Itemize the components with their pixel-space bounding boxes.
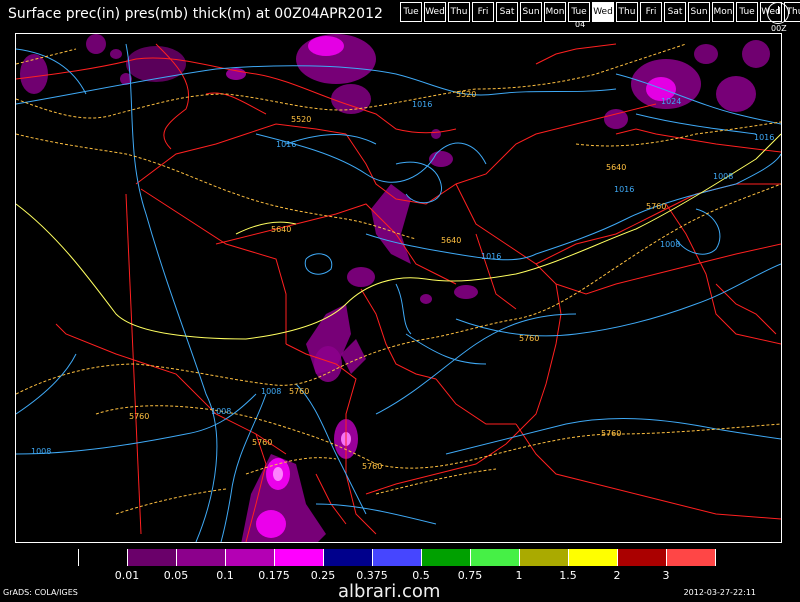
precip-area	[273, 467, 283, 481]
day-tab-10[interactable]: Fri	[640, 2, 662, 22]
day-tab-14[interactable]: Tue	[736, 2, 758, 22]
selected-day-number: 04	[575, 20, 586, 29]
legend-label: 0.25	[310, 569, 336, 582]
day-tab-5[interactable]: Sun	[520, 2, 542, 22]
thickness-label: 5760	[646, 202, 666, 211]
legend-swatch	[422, 549, 471, 566]
thickness-label: 5640	[441, 236, 461, 245]
precip-legend	[78, 549, 716, 566]
legend-swatch	[471, 549, 520, 566]
thickness-label: 5760	[129, 412, 149, 421]
pressure-label: 1016	[276, 140, 296, 149]
precip-area	[420, 294, 432, 304]
day-tab-12[interactable]: Sun	[688, 2, 710, 22]
legend-swatch	[226, 549, 275, 566]
precip-area	[742, 40, 770, 68]
precip-area	[347, 267, 375, 287]
precip-area	[716, 76, 756, 112]
footer-timestamp: 2012-03-27-22:11	[683, 588, 756, 597]
thickness-label: 5520	[291, 115, 311, 124]
legend-swatch	[177, 549, 226, 566]
precip-area	[371, 184, 411, 264]
map-svg: 1024 1016 1016 1016 1016 1024 1016 1008 …	[16, 34, 781, 542]
pressure-label: 1008	[660, 240, 680, 249]
pressure-label: 1008	[261, 387, 281, 396]
precip-area	[126, 46, 186, 82]
pressure-label: 1008	[713, 172, 733, 181]
country-borders	[16, 43, 781, 542]
pressure-label: 1016	[412, 100, 432, 109]
precip-area	[20, 54, 48, 94]
pressure-label: 1024	[661, 97, 681, 106]
legend-swatch	[78, 549, 128, 566]
weather-map: 1024 1016 1016 1016 1016 1024 1016 1008 …	[15, 33, 782, 543]
legend-swatch	[373, 549, 422, 566]
day-tab-11[interactable]: Sat	[664, 2, 686, 22]
precip-area	[694, 44, 718, 64]
pressure-label: 1016	[481, 252, 501, 261]
precip-area	[314, 346, 342, 382]
legend-swatch	[275, 549, 324, 566]
watermark: albrari.com	[338, 581, 441, 602]
day-tab-3[interactable]: Fri	[472, 2, 494, 22]
thickness-label: 5760	[601, 429, 621, 438]
legend-swatch	[667, 549, 716, 566]
legend-label: 1	[515, 569, 523, 582]
legend-label: 0.75	[457, 569, 483, 582]
day-tab-6[interactable]: Mon	[544, 2, 566, 22]
legend-label: 3	[662, 569, 670, 582]
legend-label: 0.1	[216, 569, 234, 582]
precip-area	[256, 510, 286, 538]
thickness-label: 5640	[606, 163, 626, 172]
precip-area	[110, 49, 122, 59]
footer-credit: GrADS: COLA/IGES	[3, 588, 78, 597]
thickness-label: 5760	[519, 334, 539, 343]
pressure-label: 1008	[31, 447, 51, 456]
thickness-label: 5520	[456, 90, 476, 99]
legend-label: 1.5	[559, 569, 577, 582]
thickness-label: 5640	[271, 225, 291, 234]
precip-area	[454, 285, 478, 299]
day-tab-7[interactable]: Tue	[568, 2, 590, 22]
legend-swatch	[128, 549, 177, 566]
day-tab-1[interactable]: Wed	[424, 2, 446, 22]
day-tab-4[interactable]: Sat	[496, 2, 518, 22]
day-tab-0[interactable]: Tue	[400, 2, 422, 22]
legend-swatch	[618, 549, 667, 566]
day-tab-9[interactable]: Thu	[616, 2, 638, 22]
pressure-label: 1008	[211, 407, 231, 416]
precip-area	[86, 34, 106, 54]
legend-swatch	[324, 549, 373, 566]
precip-area	[431, 129, 441, 139]
pressure-label: 1024	[486, 34, 506, 36]
day-tab-13[interactable]: Mon	[712, 2, 734, 22]
thickness-label: 5760	[252, 438, 272, 447]
thickness-label: 5760	[362, 462, 382, 471]
pressure-label: 1016	[614, 185, 634, 194]
clock-label: 00Z	[771, 24, 787, 33]
legend-label: 0.175	[258, 569, 290, 582]
legend-swatch	[520, 549, 569, 566]
legend-label: 2	[613, 569, 621, 582]
precip-area	[308, 36, 344, 56]
legend-label: 0.01	[114, 569, 140, 582]
thickness-label: 5760	[289, 387, 309, 396]
forecast-day-strip: Tue Wed Thu Fri Sat Sun Mon Tue Wed Thu Fri Sat Sun M…	[398, 2, 800, 22]
day-tab-8[interactable]: Wed	[592, 2, 614, 22]
day-tab-2[interactable]: Thu	[448, 2, 470, 22]
legend-label: 0.05	[163, 569, 189, 582]
pressure-label: 1016	[754, 133, 774, 142]
legend-swatch	[569, 549, 618, 566]
map-title: Surface prec(in) pres(mb) thick(m) at 00…	[8, 6, 383, 22]
clock-icon	[767, 2, 789, 24]
